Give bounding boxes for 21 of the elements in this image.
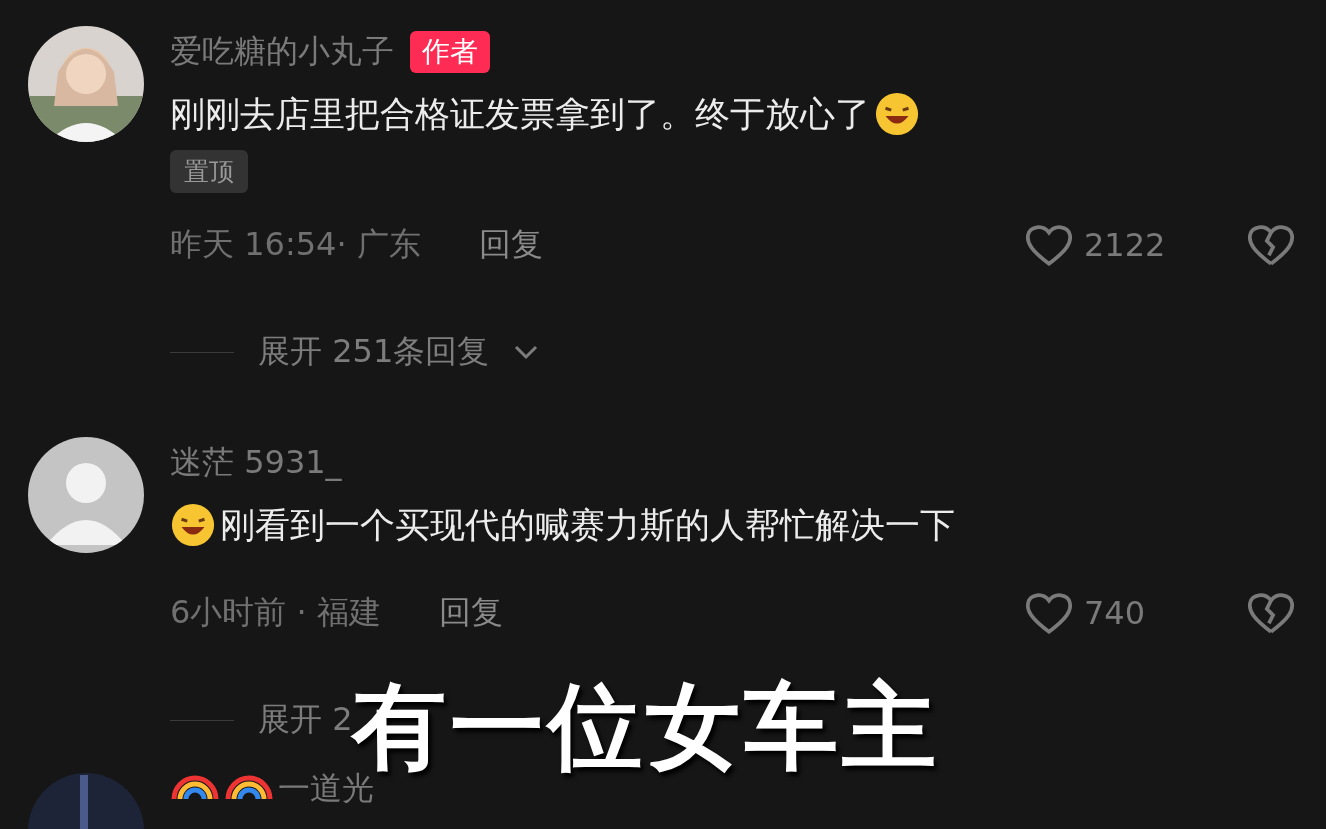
expand-replies-link[interactable]: 展开 251条回复 <box>258 330 490 374</box>
broken-heart-icon[interactable] <box>1246 222 1296 268</box>
username[interactable]: 一道光 <box>278 767 374 811</box>
laughing-emoji-icon <box>874 91 920 137</box>
laughing-emoji-icon <box>170 502 216 548</box>
like-count: 740 <box>1084 594 1147 632</box>
broken-heart-icon[interactable] <box>1246 590 1296 636</box>
username[interactable]: 爱吃糖的小丸子 <box>170 30 394 74</box>
chevron-down-icon <box>513 344 540 360</box>
heart-icon[interactable] <box>1024 222 1074 268</box>
reply-link[interactable]: 回复 <box>438 591 503 635</box>
username[interactable]: 迷茫 5931_ <box>170 441 342 485</box>
heart-icon[interactable] <box>1024 590 1074 636</box>
like-count: 2122 <box>1084 226 1167 264</box>
comment-text: 刚看到一个买现代的喊赛力斯的人帮忙解决一下 <box>220 503 955 547</box>
comment-text: 刚刚去店里把合格证发票拿到了。终于放心了 <box>170 92 870 136</box>
author-badge: 作者 <box>410 31 490 73</box>
reply-link[interactable]: 回复 <box>478 223 543 267</box>
pinned-tag: 置顶 <box>170 150 248 193</box>
comment-time: 昨天 16:54· 广东 <box>170 224 421 265</box>
comment-time: 6小时前 · 福建 <box>170 592 381 633</box>
